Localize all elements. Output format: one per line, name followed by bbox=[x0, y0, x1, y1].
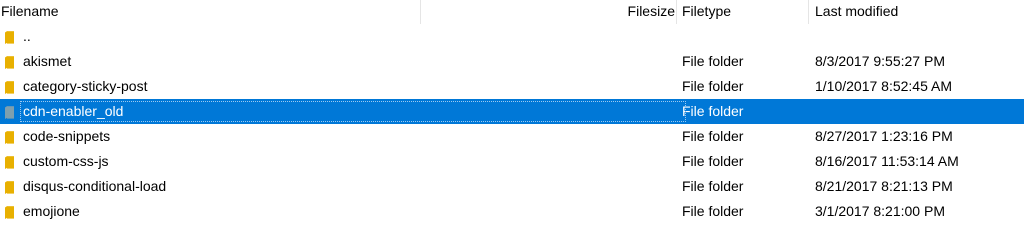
column-header-last-modified[interactable]: Last modified bbox=[815, 0, 898, 22]
file-name: akismet bbox=[23, 53, 72, 69]
table-row[interactable]: akismet File folder 8/3/2017 9:55:27 PM bbox=[0, 49, 1024, 74]
table-row[interactable]: .. bbox=[0, 24, 1024, 49]
file-name: emojione bbox=[23, 203, 80, 219]
file-type: File folder bbox=[682, 53, 744, 69]
column-header-bar: Filename Filesize Filetype Last modified bbox=[0, 0, 1024, 25]
file-type: File folder bbox=[682, 178, 744, 194]
folder-icon bbox=[4, 199, 20, 224]
file-type: File folder bbox=[682, 203, 744, 219]
file-name: category-sticky-post bbox=[23, 78, 148, 94]
column-header-filetype[interactable]: Filetype bbox=[682, 0, 731, 22]
column-separator[interactable] bbox=[676, 0, 677, 24]
folder-icon bbox=[4, 49, 20, 74]
file-name: disqus-conditional-load bbox=[23, 178, 167, 194]
file-type: File folder bbox=[682, 103, 744, 119]
file-modified: 8/3/2017 9:55:27 PM bbox=[815, 53, 945, 69]
folder-icon bbox=[4, 74, 20, 99]
file-name: cdn-enabler_old bbox=[23, 103, 124, 119]
folder-icon bbox=[4, 99, 20, 124]
file-type: File folder bbox=[682, 153, 744, 169]
file-modified: 8/21/2017 8:21:13 PM bbox=[815, 178, 953, 194]
table-row[interactable]: disqus-conditional-load File folder 8/21… bbox=[0, 174, 1024, 199]
folder-icon bbox=[4, 124, 20, 149]
file-name: .. bbox=[23, 28, 31, 44]
folder-icon bbox=[4, 174, 20, 199]
file-modified: 8/16/2017 11:53:14 AM bbox=[815, 153, 959, 169]
file-name: custom-css-js bbox=[23, 153, 109, 169]
column-header-filesize[interactable]: Filesize bbox=[625, 0, 675, 22]
column-separator[interactable] bbox=[808, 0, 809, 24]
table-row[interactable]: emojione File folder 3/1/2017 8:21:00 PM bbox=[0, 199, 1024, 224]
folder-icon bbox=[4, 24, 20, 49]
column-separator[interactable] bbox=[420, 0, 421, 24]
table-row-selected[interactable]: cdn-enabler_old File folder bbox=[0, 99, 1024, 124]
file-modified: 3/1/2017 8:21:00 PM bbox=[815, 203, 945, 219]
file-type: File folder bbox=[682, 78, 744, 94]
folder-icon bbox=[4, 149, 20, 174]
table-row[interactable]: custom-css-js File folder 8/16/2017 11:5… bbox=[0, 149, 1024, 174]
file-modified: 8/27/2017 1:23:16 PM bbox=[815, 128, 953, 144]
file-modified: 1/10/2017 8:52:45 AM bbox=[815, 78, 952, 94]
file-rows: .. akismet File folder 8/3/2017 9:55:27 … bbox=[0, 24, 1024, 224]
column-header-filename[interactable]: Filename bbox=[1, 0, 59, 22]
file-type: File folder bbox=[682, 128, 744, 144]
table-row[interactable]: code-snippets File folder 8/27/2017 1:23… bbox=[0, 124, 1024, 149]
file-name: code-snippets bbox=[23, 128, 111, 144]
table-row[interactable]: category-sticky-post File folder 1/10/20… bbox=[0, 74, 1024, 99]
file-list: Filename Filesize Filetype Last modified… bbox=[0, 0, 1024, 227]
